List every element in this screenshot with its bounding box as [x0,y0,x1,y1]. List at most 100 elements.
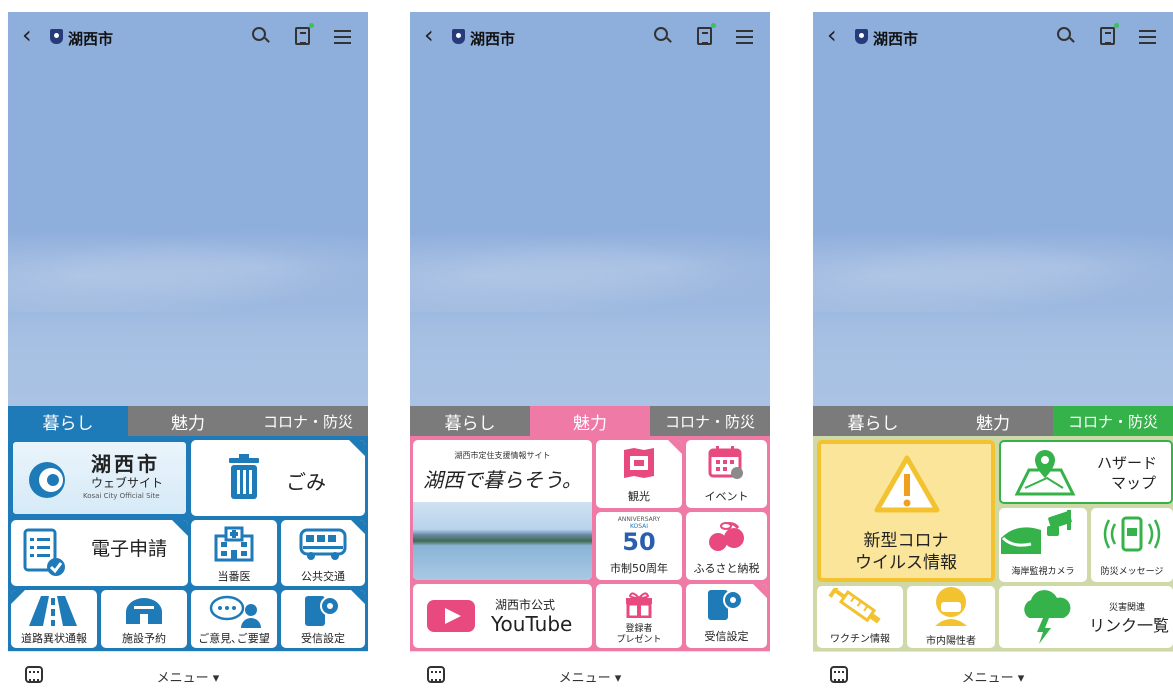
corona-line2: ウイルス情報 [855,553,957,573]
tab-charm[interactable]: 魅力 [933,406,1053,436]
corner-mark [11,590,25,604]
vaccine-info-tile[interactable]: ワクチン情報 [817,586,903,648]
tab-corona-disaster[interactable]: コロナ・防災 [248,406,368,436]
coast-camera-label: 海岸監視カメラ [1011,567,1075,577]
road-report-label: 道路異状通報 [21,632,87,645]
cloud-image [410,222,770,312]
hazard-map-tile[interactable]: ハザード マップ [999,440,1173,504]
rich-menu-tabs: 暮らし 魅力 コロナ・防災 [8,406,368,436]
surveillance-camera-icon [1001,510,1072,554]
facility-booking-label: 施設予約 [122,632,166,645]
tab-label: 魅力 [976,413,1010,434]
road-report-tile[interactable]: 道路異状通報 [11,590,97,648]
event-tile[interactable]: イベント [686,440,767,508]
rich-menu-tabs: 暮らし 魅力 コロナ・防災 [410,406,770,436]
notes-icon[interactable] [295,27,310,45]
back-arrow-icon[interactable]: ‹ [424,23,434,47]
verified-shield-icon [855,29,868,44]
account-title: 湖西市 [470,30,516,48]
anniversary-label: 市制50周年 [610,562,668,575]
disaster-links-tile[interactable]: 災害関連 リンク一覧 [999,586,1173,648]
tab-label: 魅力 [573,413,607,434]
coast-camera-tile[interactable]: 海岸監視カメラ [999,508,1087,582]
garbage-tile[interactable]: ごみ [191,440,365,516]
rich-menu-grid: 新型コロナ ウイルス情報 ハザード マップ 海岸監視カメラ 防災メッセージ ワク… [813,436,1173,651]
youtube-tile[interactable]: 湖西市公式 YouTube [413,584,592,648]
lake-photo [413,502,592,580]
tab-charm[interactable]: 魅力 [128,406,248,436]
website-subtitle: ウェブサイト [91,476,164,490]
search-icon[interactable] [252,27,266,41]
positive-cases-label: 市内陽性者 [926,636,976,647]
sightseeing-tile[interactable]: 観光 [596,440,682,508]
search-icon[interactable] [1057,27,1071,41]
on-duty-doctor-label: 当番医 [217,570,251,583]
hamburger-menu-icon[interactable] [334,30,351,44]
menu-toggle[interactable]: メニュー ▾ [8,667,368,686]
phone-screen-living: ‹ 湖西市 暮らし 魅力 コロナ・防災 湖西市 ウェブサイト Kosai Cit… [8,12,368,698]
rich-menu-grid: 湖西市定住支援情報サイト 湖西で暮らそう。 観光 イベント ANNIVERSAR… [410,436,770,651]
corner-mark [351,590,365,604]
checklist-icon [23,528,65,576]
tab-corona-disaster[interactable]: コロナ・防災 [650,406,770,436]
tab-living[interactable]: 暮らし [8,406,128,436]
hamburger-menu-icon[interactable] [736,30,753,44]
settlement-site-tile[interactable]: 湖西市定住支援情報サイト 湖西で暮らそう。 [413,440,592,580]
back-arrow-icon[interactable]: ‹ [22,23,32,47]
back-arrow-icon[interactable]: ‹ [827,23,837,47]
new-dot-icon [309,23,314,28]
settings-label: 受信設定 [704,630,749,643]
new-dot-icon [1114,23,1119,28]
disaster-message-tile[interactable]: 防災メッセージ [1091,508,1173,582]
opinion-tile[interactable]: ご意見､ご要望 [191,590,277,648]
anniversary-badge: ANNIVERSARY [617,516,661,523]
calendar-icon [708,446,743,479]
verified-shield-icon [50,29,63,44]
search-icon[interactable] [654,27,668,41]
notes-icon[interactable] [697,27,712,45]
corner-mark [172,520,188,536]
event-label: イベント [704,490,749,503]
disaster-message-label: 防災メッセージ [1100,567,1164,577]
facility-dome-icon [126,598,162,624]
tab-living[interactable]: 暮らし [813,406,933,436]
hamburger-menu-icon[interactable] [1139,30,1156,44]
settings-label: 受信設定 [301,632,345,645]
menu-toggle[interactable]: メニュー ▾ [410,667,770,686]
rich-menu-grid: 湖西市 ウェブサイト Kosai City Official Site ごみ 電… [8,436,368,651]
settings-tile[interactable]: 受信設定 [281,590,365,648]
website-tile[interactable]: 湖西市 ウェブサイト Kosai City Official Site [11,440,188,516]
chat-background [8,62,368,406]
positive-cases-tile[interactable]: 市内陽性者 [907,586,995,648]
on-duty-doctor-tile[interactable]: 当番医 [191,520,277,586]
tab-charm[interactable]: 魅力 [530,406,650,436]
menu-toggle[interactable]: メニュー ▾ [813,667,1173,686]
app-header: ‹ 湖西市 [410,12,770,62]
hometown-tax-tile[interactable]: ふるさと納税 [686,512,767,580]
phone-vibrate-icon [1103,516,1161,552]
syringe-icon [828,588,881,624]
tab-living[interactable]: 暮らし [410,406,530,436]
phone-screen-charm: ‹ 湖西市 暮らし 魅力 コロナ・防災 湖西市定住支援情報サイト 湖西で暮らそう… [410,12,770,698]
facility-booking-tile[interactable]: 施設予約 [101,590,187,648]
tab-corona-disaster[interactable]: コロナ・防災 [1053,406,1173,436]
kosai-logo-icon [29,462,65,498]
chat-background [410,62,770,406]
anniversary-tile[interactable]: ANNIVERSARY KOSAI 50 市制50周年 [596,512,682,580]
present-tile[interactable]: 登録者 プレゼント [596,584,682,648]
pamphlet-icon [624,448,654,478]
tab-label: コロナ・防災 [664,412,755,431]
settings-tile[interactable]: 受信設定 [686,584,767,648]
warning-triangle-icon [874,455,940,513]
e-application-label: 電子申請 [91,538,168,560]
youtube-play-icon [427,600,475,632]
corona-info-tile[interactable]: 新型コロナ ウイルス情報 [817,440,995,582]
public-transport-tile[interactable]: 公共交通 [281,520,365,586]
bottom-bar: メニュー ▾ [8,651,368,698]
trash-can-icon [229,454,259,499]
corner-mark [668,440,682,454]
corner-mark [349,440,365,456]
youtube-line1: 湖西市公式 [495,598,556,612]
notes-icon[interactable] [1100,27,1115,45]
e-application-tile[interactable]: 電子申請 [11,520,188,586]
